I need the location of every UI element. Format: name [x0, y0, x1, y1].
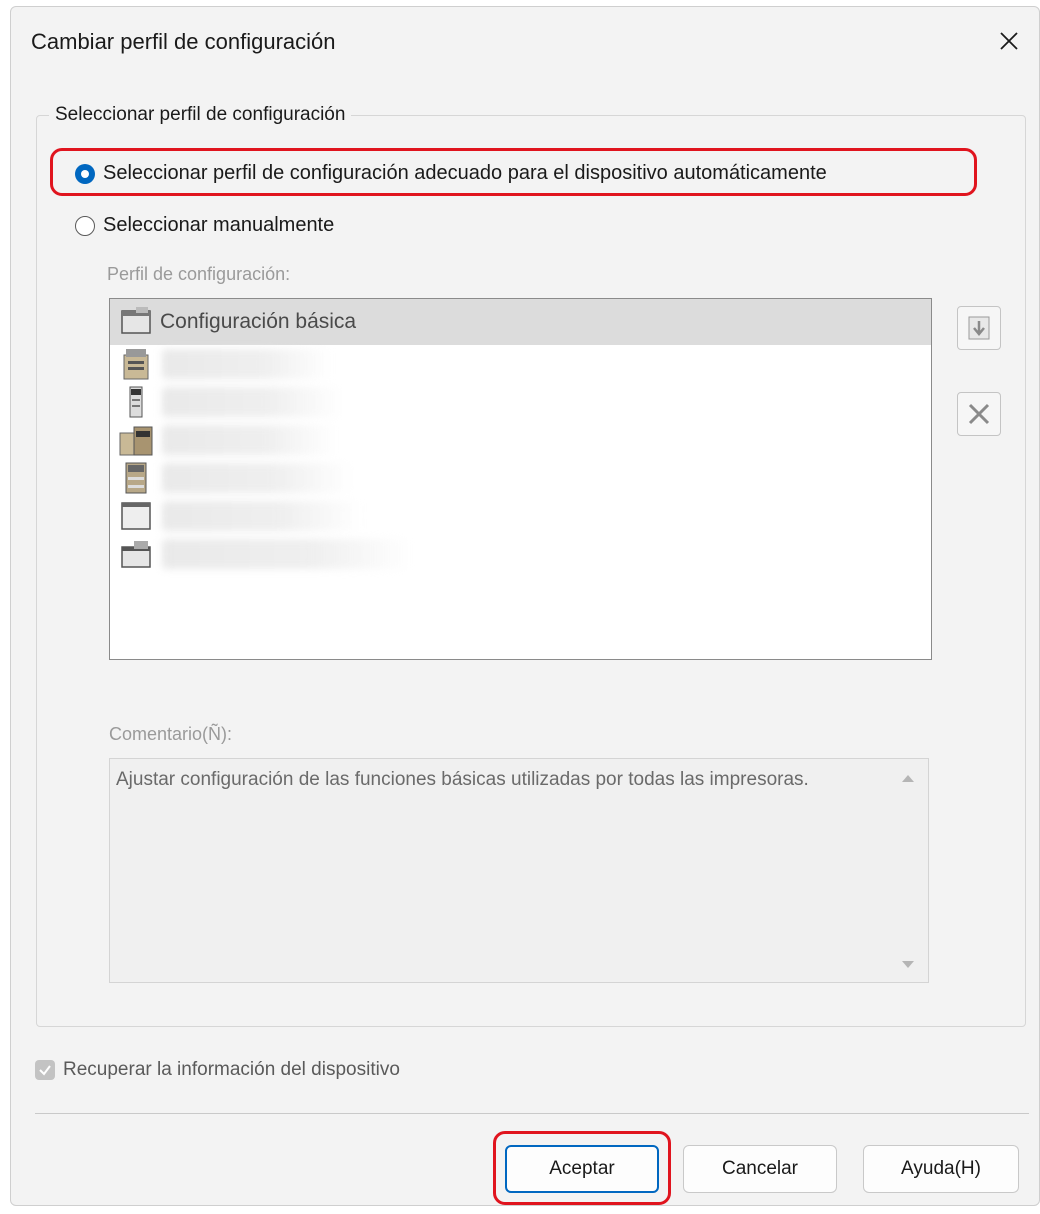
- redacted-profile-name: [162, 425, 337, 455]
- change-profile-dialog: Cambiar perfil de configuración Seleccio…: [10, 6, 1040, 1206]
- printer-tower-icon: [125, 462, 147, 494]
- printer-large-icon: [123, 349, 149, 380]
- delete-profile-button[interactable]: [957, 392, 1001, 436]
- list-item[interactable]: [110, 535, 931, 573]
- radio-auto-label: Seleccionar perfil de configuración adec…: [103, 162, 827, 184]
- close-icon: [1000, 32, 1018, 50]
- redacted-profile-name: [162, 539, 412, 569]
- printer-scanner-icon: [121, 541, 151, 568]
- printer-small-icon: [129, 386, 143, 418]
- title-bar: Cambiar perfil de configuración: [11, 7, 1039, 77]
- retrieve-info-checkbox-row[interactable]: Recuperar la información del dispositivo: [35, 1059, 400, 1081]
- cancel-button[interactable]: Cancelar: [683, 1145, 837, 1193]
- radio-manual-label: Seleccionar manualmente: [103, 214, 335, 236]
- list-item-label: Configuración básica: [160, 310, 357, 333]
- close-button[interactable]: [987, 21, 1031, 61]
- import-profile-button[interactable]: [957, 306, 1001, 350]
- redacted-profile-name: [162, 501, 362, 531]
- radio-auto-profile[interactable]: Seleccionar perfil de configuración adec…: [75, 162, 827, 185]
- profile-groupbox: Seleccionar perfil de configuración Sele…: [36, 104, 1026, 1027]
- retrieve-info-checkbox[interactable]: [35, 1060, 55, 1080]
- comment-textarea[interactable]: Ajustar configuración de las funciones b…: [109, 758, 929, 983]
- footer-separator: [35, 1113, 1029, 1114]
- scroll-up-arrow-icon[interactable]: [902, 775, 914, 782]
- list-item[interactable]: [110, 459, 931, 497]
- group-legend: Seleccionar perfil de configuración: [49, 104, 352, 126]
- list-item[interactable]: [110, 383, 931, 421]
- redacted-profile-name: [162, 349, 332, 379]
- printer-basic-icon: [121, 307, 151, 334]
- comment-text: Ajustar configuración de las funciones b…: [116, 769, 809, 790]
- help-button[interactable]: Ayuda(H): [863, 1145, 1019, 1193]
- list-item[interactable]: [110, 345, 931, 383]
- radio-manual-indicator[interactable]: [75, 215, 95, 236]
- scroll-down-arrow-icon[interactable]: [902, 961, 914, 968]
- profile-list-label: Perfil de configuración:: [107, 264, 291, 284]
- radio-manual-profile[interactable]: Seleccionar manualmente: [75, 214, 334, 237]
- ok-button[interactable]: Aceptar: [505, 1145, 659, 1193]
- dialog-title: Cambiar perfil de configuración: [31, 29, 336, 54]
- profile-listbox[interactable]: Configuración básica: [109, 298, 932, 660]
- redacted-profile-name: [162, 387, 342, 417]
- list-item[interactable]: [110, 497, 931, 535]
- import-icon: [968, 316, 990, 340]
- retrieve-info-label: Recuperar la información del dispositivo: [63, 1059, 400, 1080]
- radio-auto-indicator[interactable]: [75, 163, 95, 184]
- printer-office-icon: [119, 426, 153, 456]
- redacted-profile-name: [162, 463, 352, 493]
- checkmark-icon: [39, 1065, 51, 1076]
- delete-icon: [968, 403, 990, 425]
- list-item[interactable]: [110, 421, 931, 459]
- printer-panel-icon: [121, 502, 151, 530]
- comment-label: Comentario(Ñ):: [109, 724, 233, 744]
- list-item[interactable]: Configuración básica: [110, 299, 931, 345]
